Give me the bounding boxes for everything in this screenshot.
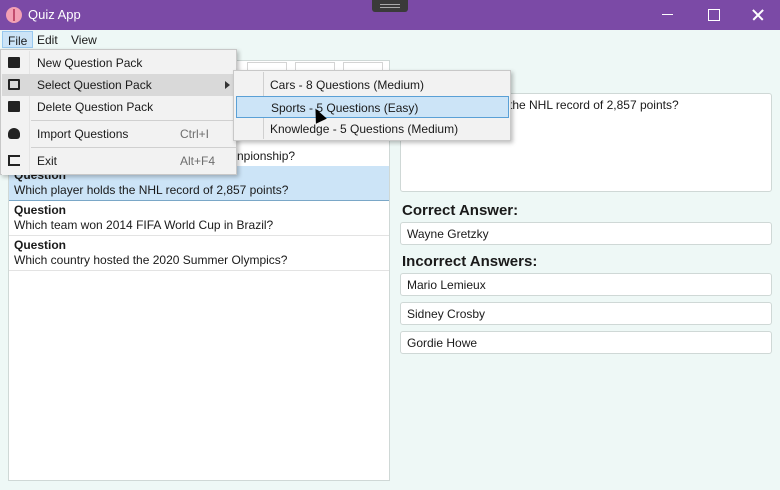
question-heading: Question <box>14 238 67 252</box>
close-button[interactable] <box>735 0 780 30</box>
title-bar: Quiz App <box>0 0 780 30</box>
folder-open-icon <box>8 79 20 90</box>
submenu-item-knowledge[interactable]: Knowledge - 5 Questions (Medium) <box>236 118 509 140</box>
incorrect-answers-label: Incorrect Answers: <box>402 253 538 270</box>
menu-item-shortcut: Ctrl+I <box>180 127 210 141</box>
correct-answer-field[interactable]: Wayne Gretzky <box>400 222 772 245</box>
submenu-item-label: Sports - 5 Questions (Easy) <box>271 101 419 115</box>
question-heading: Question <box>14 203 67 217</box>
question-row[interactable]: Question Which country hosted the 2020 S… <box>9 236 389 271</box>
exit-icon <box>8 155 20 166</box>
menu-item-label: Select Question Pack <box>37 78 152 92</box>
menu-item-import-questions[interactable]: Import Questions Ctrl+I <box>2 123 236 145</box>
partial-question-text: npionship? <box>237 149 296 163</box>
question-row[interactable]: Question Which team won 2014 FIFA World … <box>9 201 389 236</box>
menu-item-select-question-pack[interactable]: Select Question Pack <box>2 74 236 96</box>
question-text: Which player holds the NHL record of 2,8… <box>14 183 289 197</box>
incorrect-answer-field[interactable]: Gordie Howe <box>400 331 772 354</box>
cloud-download-icon <box>8 128 20 139</box>
correct-answer-label: Correct Answer: <box>402 202 519 219</box>
submenu-item-label: Cars - 8 Questions (Medium) <box>270 78 425 92</box>
question-text: Which country hosted the 2020 Summer Oly… <box>14 253 288 267</box>
menu-bar: File Edit View <box>0 30 780 49</box>
submenu-arrow-icon <box>225 81 230 89</box>
drag-handle[interactable] <box>372 0 408 12</box>
menu-item-exit[interactable]: Exit Alt+F4 <box>2 150 236 172</box>
menu-item-label: Exit <box>37 154 58 168</box>
minimize-button[interactable] <box>644 0 690 30</box>
question-text-value: the NHL record of 2,857 points? <box>509 98 679 112</box>
window-title: Quiz App <box>28 7 81 22</box>
submenu-item-cars[interactable]: Cars - 8 Questions (Medium) <box>236 74 509 96</box>
menu-file[interactable]: File <box>2 31 34 48</box>
file-menu-dropdown: New Question Pack Select Question Pack D… <box>0 49 237 175</box>
submenu-item-label: Knowledge - 5 Questions (Medium) <box>270 122 459 136</box>
menu-item-label: New Question Pack <box>37 56 143 70</box>
menu-view[interactable]: View <box>66 31 102 48</box>
question-text: Which team won 2014 FIFA World Cup in Br… <box>14 218 274 232</box>
menu-item-new-question-pack[interactable]: New Question Pack <box>2 52 236 74</box>
question-pack-submenu: Cars - 8 Questions (Medium) Sports - 5 Q… <box>233 70 511 141</box>
folder-add-icon <box>8 57 20 68</box>
maximize-button[interactable] <box>690 0 736 30</box>
menu-separator <box>31 147 236 148</box>
incorrect-answer-field[interactable]: Sidney Crosby <box>400 302 772 325</box>
submenu-item-sports[interactable]: Sports - 5 Questions (Easy) <box>236 96 509 118</box>
menu-item-label: Import Questions <box>37 127 129 141</box>
menu-item-label: Delete Question Pack <box>37 100 154 114</box>
menu-separator <box>31 120 236 121</box>
menu-item-shortcut: Alt+F4 <box>180 154 216 168</box>
folder-delete-icon <box>8 101 20 112</box>
menu-edit[interactable]: Edit <box>32 31 63 48</box>
brain-icon <box>6 7 22 23</box>
menu-item-delete-question-pack[interactable]: Delete Question Pack <box>2 96 236 118</box>
incorrect-answer-field[interactable]: Mario Lemieux <box>400 273 772 296</box>
